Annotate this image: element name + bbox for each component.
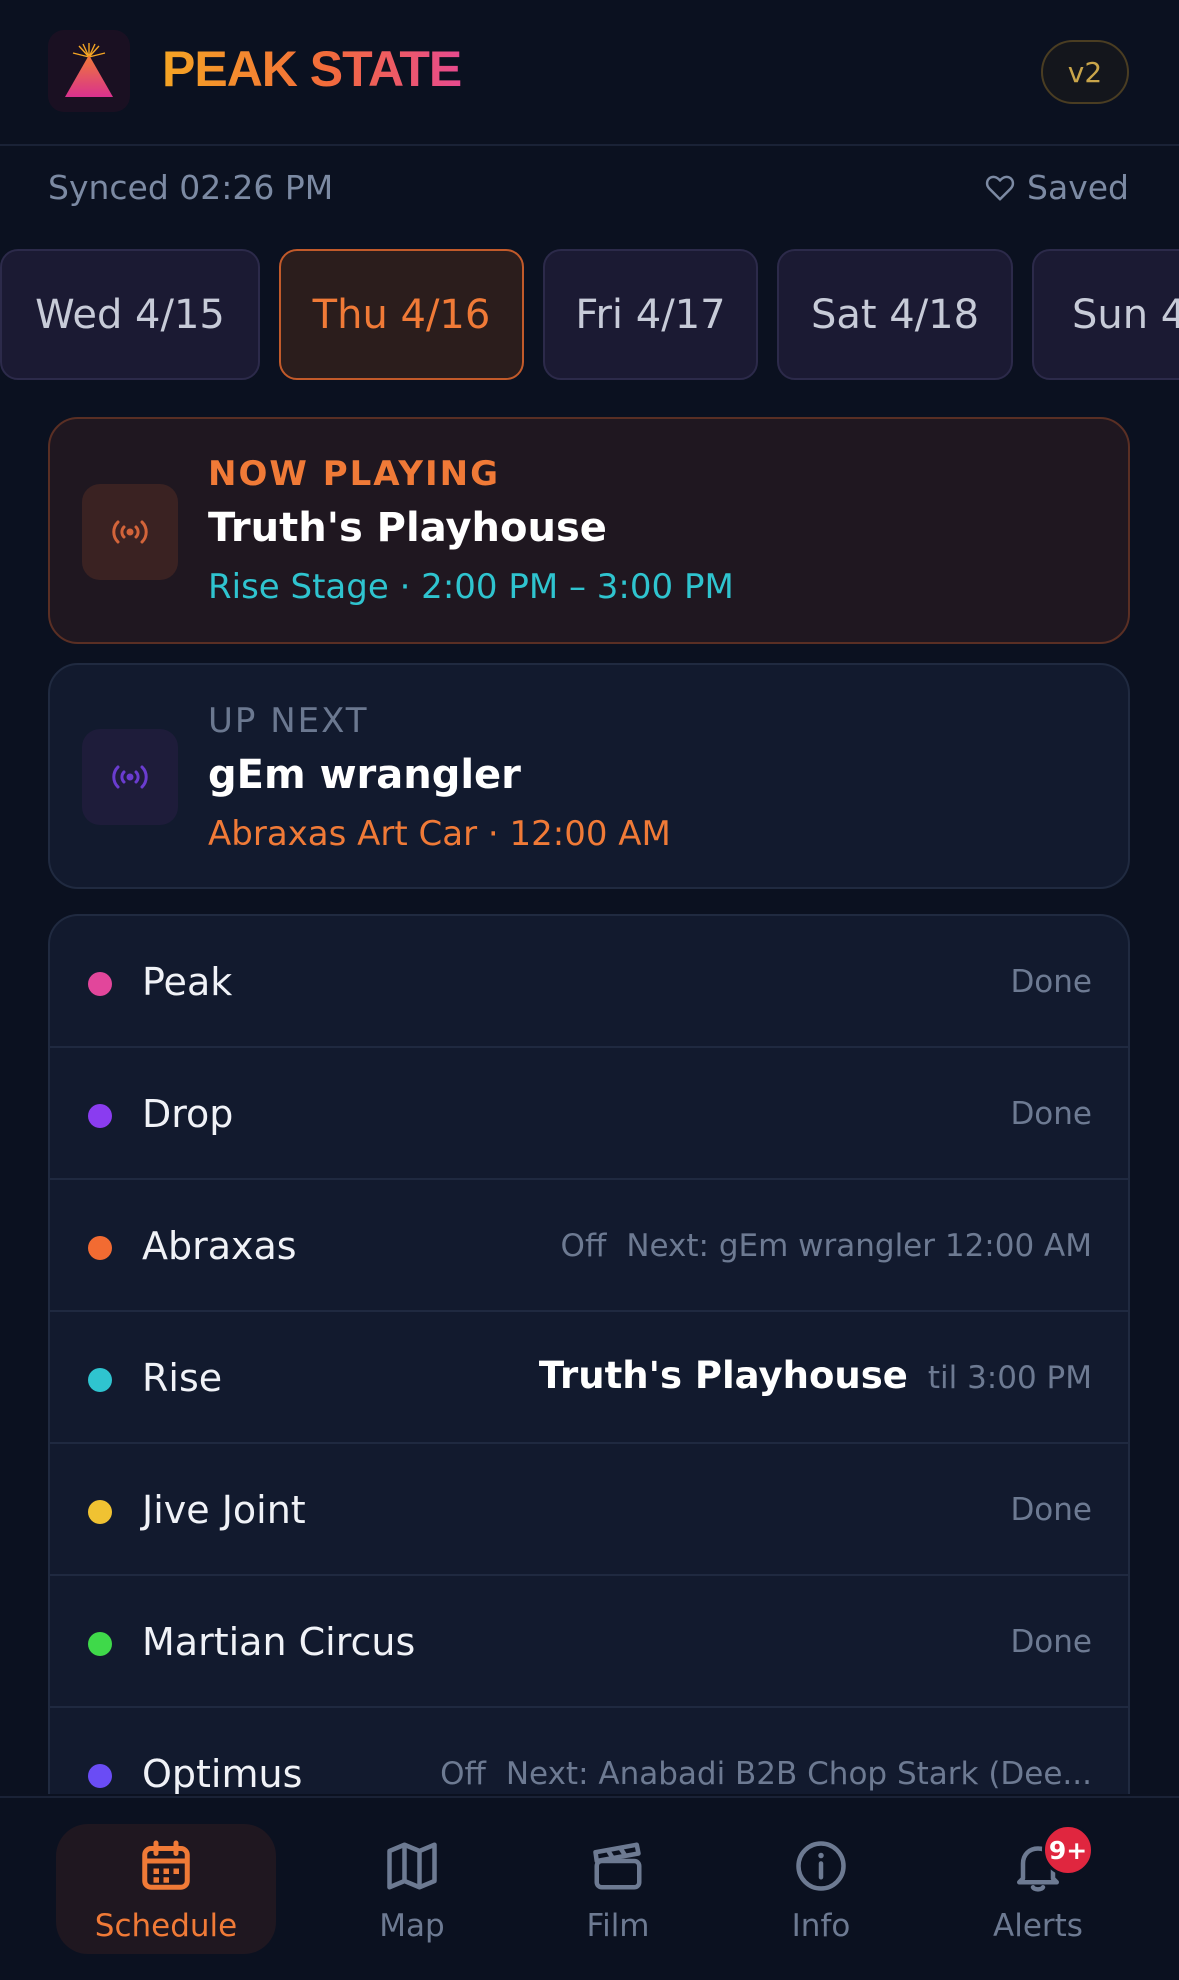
- stage-name: Rise: [142, 1356, 223, 1400]
- status-text: Off: [560, 1228, 607, 1264]
- broadcast-icon: [82, 729, 178, 825]
- stage-row-jive-joint[interactable]: Jive Joint Done: [50, 1444, 1128, 1576]
- next-set-text: Next: Anabadi B2B Chop Stark (Dee...: [505, 1756, 1092, 1792]
- stage-color-dot: [88, 1632, 112, 1656]
- up-next-card[interactable]: UP NEXT gEm wrangler Abraxas Art Car · 1…: [48, 663, 1130, 889]
- stage-status: Done: [1010, 1096, 1092, 1132]
- day-tab-thu[interactable]: Thu 4/16: [279, 249, 524, 380]
- stage-name: Abraxas: [142, 1224, 297, 1268]
- stage-status: Off Next: Anabadi B2B Chop Stark (Dee...: [440, 1756, 1092, 1792]
- stage-color-dot: [88, 1368, 112, 1392]
- up-next-details: Abraxas Art Car · 12:00 AM: [208, 814, 671, 854]
- day-tabs: Wed 4/15 Thu 4/16 Fri 4/17 Sat 4/18 Sun …: [0, 249, 1179, 381]
- bottom-nav: Schedule Map Film Info 9+ Alerts: [0, 1796, 1179, 1980]
- stage-row-martian-circus[interactable]: Martian Circus Done: [50, 1576, 1128, 1708]
- sync-status: Synced 02:26 PM: [48, 168, 334, 207]
- stage-color-dot: [88, 1104, 112, 1128]
- app-header: PEAK STATE v2: [0, 0, 1179, 146]
- day-tab-wed[interactable]: Wed 4/15: [0, 249, 260, 380]
- saved-filter[interactable]: Saved: [985, 168, 1129, 207]
- stage-row-drop[interactable]: Drop Done: [50, 1048, 1128, 1180]
- now-playing-card[interactable]: NOW PLAYING Truth's Playhouse Rise Stage…: [48, 417, 1130, 644]
- nav-label: Alerts: [993, 1908, 1083, 1944]
- stage-status: Done: [1010, 964, 1092, 1000]
- stage-name: Optimus: [142, 1752, 303, 1794]
- version-badge[interactable]: v2: [1041, 40, 1129, 104]
- stage-row-abraxas[interactable]: Abraxas Off Next: gEm wrangler 12:00 AM: [50, 1180, 1128, 1312]
- saved-label: Saved: [1027, 168, 1129, 207]
- info-icon: [796, 1841, 846, 1891]
- notification-badge: 9+: [1042, 1824, 1094, 1876]
- until-text: til 3:00 PM: [927, 1360, 1092, 1396]
- app-title: PEAK STATE: [162, 41, 462, 97]
- stage-name: Peak: [142, 960, 233, 1004]
- stage-color-dot: [88, 1500, 112, 1524]
- nav-label: Schedule: [94, 1908, 238, 1944]
- stage-status: Truth's Playhouse til 3:00 PM: [539, 1354, 1092, 1397]
- nav-map[interactable]: Map: [302, 1824, 522, 1954]
- up-next-label: UP NEXT: [208, 701, 369, 741]
- stage-color-dot: [88, 1764, 112, 1788]
- now-playing-details: Rise Stage · 2:00 PM – 3:00 PM: [208, 567, 734, 607]
- up-next-title: gEm wrangler: [208, 752, 521, 798]
- broadcast-icon: [82, 484, 178, 580]
- stage-status: Off Next: gEm wrangler 12:00 AM: [561, 1228, 1092, 1264]
- stage-name: Martian Circus: [142, 1620, 416, 1664]
- nav-label: Info: [791, 1908, 851, 1944]
- status-text: Done: [1010, 1492, 1092, 1528]
- nav-alerts[interactable]: 9+ Alerts: [928, 1824, 1148, 1954]
- calendar-icon: [142, 1840, 190, 1890]
- nav-info[interactable]: Info: [711, 1824, 931, 1954]
- mountain-sunburst-logo: [48, 30, 130, 112]
- bell-wrapper: 9+: [1008, 1824, 1094, 1896]
- stage-row-peak[interactable]: Peak Done: [50, 916, 1128, 1048]
- stage-color-dot: [88, 1236, 112, 1260]
- stage-status: Done: [1010, 1492, 1092, 1528]
- nav-label: Map: [379, 1908, 445, 1944]
- current-set-text: Truth's Playhouse: [538, 1354, 908, 1397]
- day-tab-sat[interactable]: Sat 4/18: [777, 249, 1013, 380]
- heart-icon: [985, 175, 1015, 200]
- stage-name: Drop: [142, 1092, 234, 1136]
- stage-row-rise[interactable]: Rise Truth's Playhouse til 3:00 PM: [50, 1312, 1128, 1444]
- stage-color-dot: [88, 972, 112, 996]
- stage-status: Done: [1010, 1624, 1092, 1660]
- map-icon: [387, 1842, 437, 1890]
- stage-list: Peak Done Drop Done Abraxas Off Next: gE…: [48, 914, 1130, 1794]
- nav-film[interactable]: Film: [508, 1824, 728, 1954]
- status-text: Done: [1010, 964, 1092, 1000]
- now-playing-label: NOW PLAYING: [208, 454, 500, 494]
- day-tab-fri[interactable]: Fri 4/17: [543, 249, 758, 380]
- now-playing-title: Truth's Playhouse: [208, 505, 607, 551]
- nav-schedule[interactable]: Schedule: [56, 1824, 276, 1954]
- day-tab-sun[interactable]: Sun 4/19: [1032, 249, 1179, 380]
- stage-row-optimus[interactable]: Optimus Off Next: Anabadi B2B Chop Stark…: [50, 1708, 1128, 1794]
- clapperboard-icon: [593, 1842, 642, 1890]
- status-text: Off: [440, 1756, 486, 1792]
- status-text: Done: [1010, 1624, 1092, 1660]
- nav-label: Film: [586, 1908, 650, 1944]
- stage-name: Jive Joint: [142, 1488, 306, 1532]
- next-set-text: Next: gEm wrangler 12:00 AM: [626, 1228, 1092, 1264]
- status-text: Done: [1010, 1096, 1092, 1132]
